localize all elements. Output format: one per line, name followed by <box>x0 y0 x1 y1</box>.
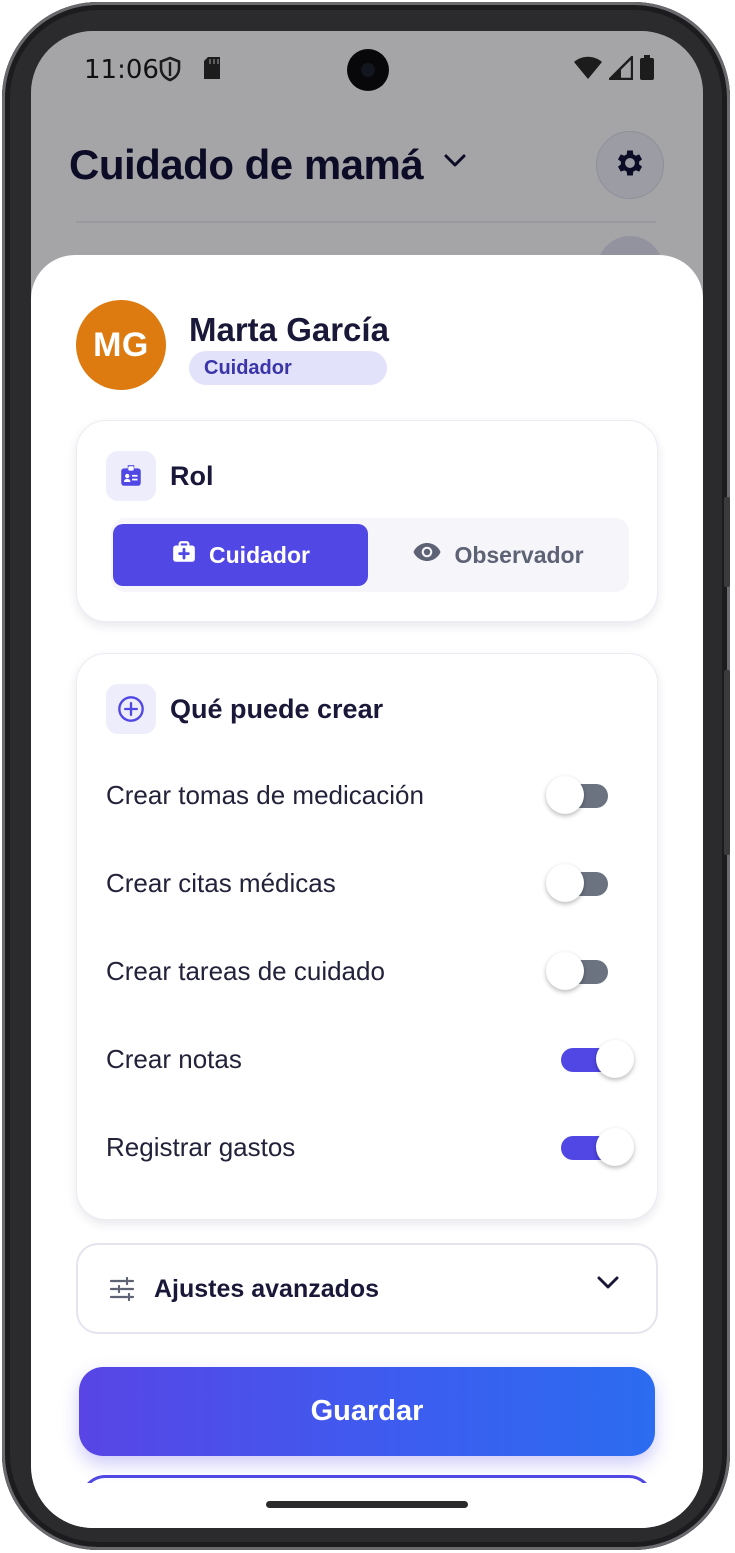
role-option-observador[interactable]: Observador <box>369 524 627 586</box>
member-bottom-sheet: MG Marta García Cuidador Rol Cuidador Ob… <box>31 255 703 1528</box>
permission-row-notes: Crear notas <box>106 1038 634 1082</box>
home-indicator[interactable] <box>266 1501 468 1508</box>
medical-bag-icon <box>171 539 197 571</box>
permission-toggle-medication[interactable] <box>546 774 626 818</box>
permission-label: Registrar gastos <box>106 1132 296 1162</box>
permission-toggle-care-tasks[interactable] <box>546 950 626 994</box>
sliders-icon <box>108 1275 136 1308</box>
permission-row-appointments: Crear citas médicas <box>106 862 626 906</box>
eye-icon <box>412 541 442 569</box>
role-segmented-control: Cuidador Observador <box>111 518 629 592</box>
permission-label: Crear tareas de cuidado <box>106 956 385 986</box>
role-card: Rol Cuidador Observador <box>76 420 658 622</box>
plus-circle-icon <box>106 684 156 734</box>
volume-button <box>724 497 730 587</box>
role-badge: Cuidador <box>189 351 387 385</box>
user-name: Marta García <box>189 311 389 348</box>
advanced-settings-label: Ajustes avanzados <box>154 1275 380 1303</box>
avatar: MG <box>76 300 166 390</box>
device-frame: 11:06 Cuidado de mamá MG Marta García Cu… <box>2 2 730 1550</box>
permissions-card-title: Qué puede crear <box>170 694 384 724</box>
advanced-settings-expander[interactable]: Ajustes avanzados <box>76 1243 658 1334</box>
permission-label: Crear notas <box>106 1044 242 1074</box>
screen: 11:06 Cuidado de mamá MG Marta García Cu… <box>31 31 703 1528</box>
permission-toggle-appointments[interactable] <box>546 862 626 906</box>
save-button[interactable]: Guardar <box>79 1367 655 1456</box>
role-option-label: Cuidador <box>209 541 310 568</box>
permission-row-care-tasks: Crear tareas de cuidado <box>106 950 626 994</box>
role-card-title: Rol <box>170 461 214 491</box>
permission-toggle-notes[interactable] <box>561 1038 641 1082</box>
power-button <box>724 670 730 855</box>
id-badge-icon <box>106 451 156 501</box>
permission-label: Crear tomas de medicación <box>106 780 424 810</box>
role-option-label: Observador <box>454 541 584 568</box>
permission-toggle-expenses[interactable] <box>561 1126 641 1170</box>
permission-label: Crear citas médicas <box>106 868 336 898</box>
permission-row-medication: Crear tomas de medicación <box>106 774 626 818</box>
chevron-down-icon <box>596 1275 620 1296</box>
permissions-card: Qué puede crear Crear tomas de medicació… <box>76 653 658 1220</box>
permission-row-expenses: Registrar gastos <box>106 1126 634 1170</box>
role-option-cuidador[interactable]: Cuidador <box>113 524 368 586</box>
